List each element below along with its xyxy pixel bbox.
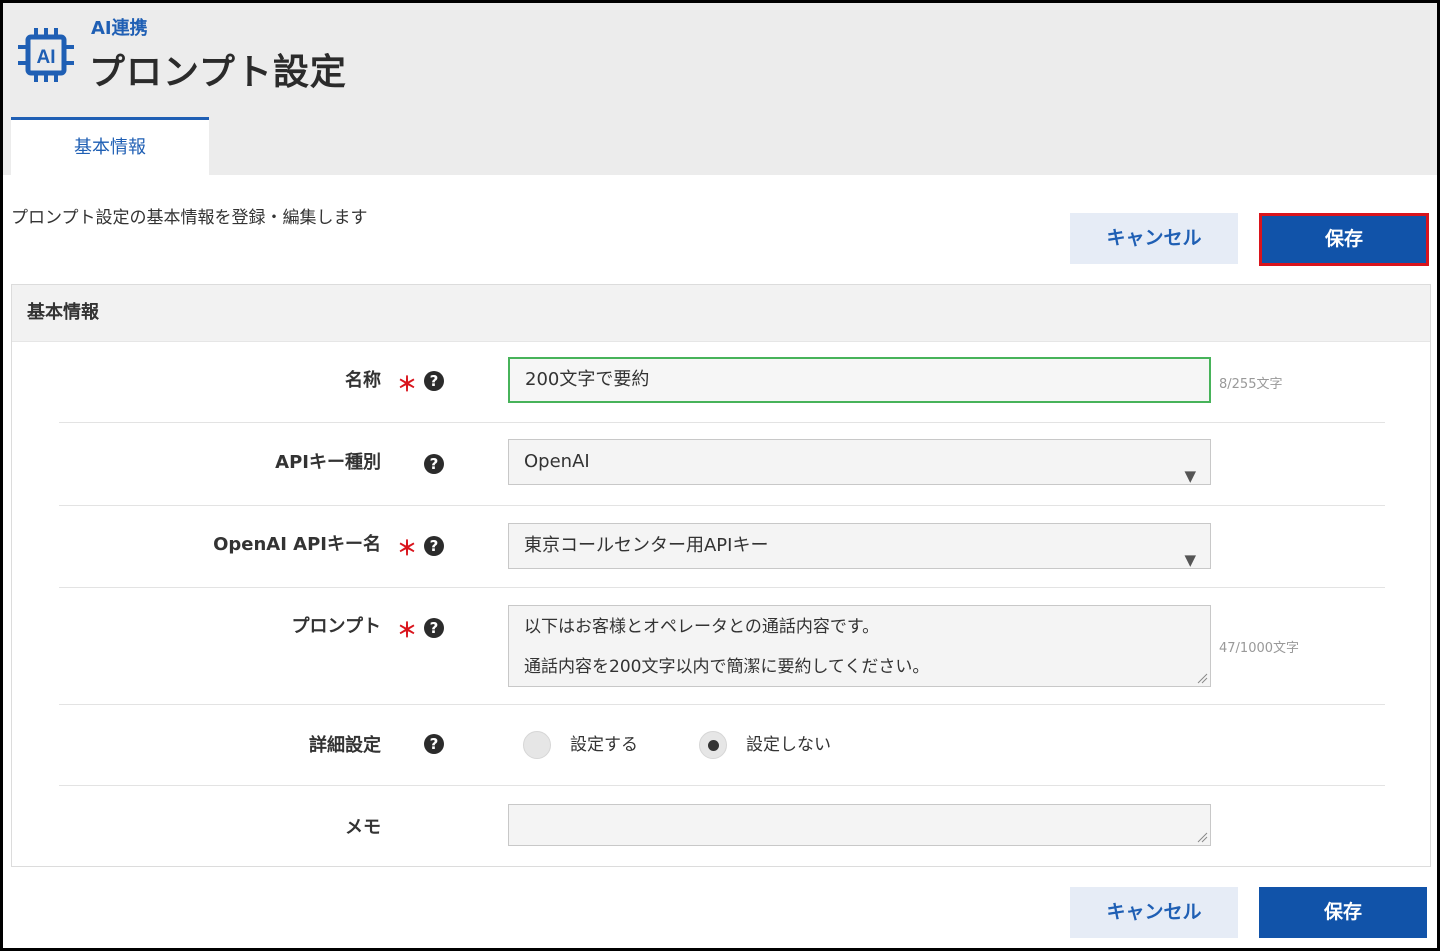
memo-textarea[interactable] [508, 804, 1211, 846]
radio-advanced-on[interactable] [523, 731, 551, 759]
form-row-advanced: 詳細設定 ? 設定する 設定しない [59, 705, 1385, 786]
ai-chip-icon: AI [18, 28, 74, 82]
form-row-api-key-type: APIキー種別 ? OpenAI ▼ [59, 423, 1385, 506]
name-input[interactable]: 200文字で要約 [508, 357, 1211, 403]
required-mark: ＊ [397, 536, 417, 560]
prompt-textarea[interactable]: 以下はお客様とオペレータとの通話内容です。 通話内容を200文字以内で簡潔に要約… [508, 605, 1211, 687]
api-key-type-label: APIキー種別 [275, 452, 381, 473]
help-icon[interactable]: ? [424, 536, 444, 556]
page-header: AI AI連携 プロンプト設定 基本情報 [3, 3, 1437, 176]
help-icon[interactable]: ? [424, 371, 444, 391]
radio-label-off[interactable]: 設定しない [746, 730, 831, 755]
prompt-label: プロンプト [291, 616, 381, 637]
required-mark: ＊ [397, 618, 417, 642]
name-label: 名称 [345, 370, 381, 391]
save-button-bottom[interactable]: 保存 [1259, 887, 1427, 938]
openai-key-name-select[interactable]: 東京コールセンター用APIキー ▼ [508, 523, 1211, 569]
prompt-char-counter: 47/1000文字 [1219, 641, 1300, 656]
form-row-openai-key-name: OpenAI APIキー名 ＊ ? 東京コールセンター用APIキー ▼ [59, 506, 1385, 588]
advanced-label: 詳細設定 [309, 735, 381, 756]
form-row-name: 名称 ＊ ? 200文字で要約 8/255文字 [59, 342, 1385, 423]
name-char-counter: 8/255文字 [1219, 377, 1283, 392]
help-icon[interactable]: ? [424, 734, 444, 754]
api-key-type-select[interactable]: OpenAI ▼ [508, 439, 1211, 485]
page-description: プロンプト設定の基本情報を登録・編集します [11, 208, 368, 228]
dropdown-arrow-icon: ▼ [1184, 467, 1196, 485]
form-row-prompt: プロンプト ＊ ? 以下はお客様とオペレータとの通話内容です。 通話内容を200… [59, 588, 1385, 705]
memo-label: メモ [345, 817, 381, 838]
dropdown-arrow-icon: ▼ [1184, 551, 1196, 569]
radio-label-on[interactable]: 設定する [570, 730, 638, 755]
resize-handle-icon[interactable] [1196, 831, 1208, 843]
cancel-button-bottom[interactable]: キャンセル [1070, 887, 1238, 938]
form-row-memo: メモ [59, 786, 1385, 866]
basic-info-panel: 基本情報 名称 ＊ ? 200文字で要約 8/255文字 APIキー種別 ? O… [11, 284, 1431, 867]
openai-key-name-label: OpenAI APIキー名 [213, 534, 381, 555]
panel-title: 基本情報 [12, 285, 1430, 342]
breadcrumb[interactable]: AI連携 [91, 14, 148, 40]
page-title: プロンプト設定 [89, 52, 347, 93]
save-button-top[interactable]: 保存 [1259, 213, 1429, 266]
radio-advanced-off[interactable] [699, 731, 727, 759]
prompt-line: 以下はお客様とオペレータとの通話内容です。 [524, 617, 880, 637]
required-mark: ＊ [397, 372, 417, 396]
resize-handle-icon[interactable] [1196, 672, 1208, 684]
tab-basic-info[interactable]: 基本情報 [11, 117, 209, 176]
app-frame: AI AI連携 プロンプト設定 基本情報 プロンプト設定の基本情報を登録・編集し… [0, 0, 1440, 951]
cancel-button-top[interactable]: キャンセル [1070, 213, 1238, 264]
prompt-line: 通話内容を200文字以内で簡潔に要約してください。 [524, 657, 930, 677]
help-icon[interactable]: ? [424, 454, 444, 474]
openai-key-name-value: 東京コールセンター用APIキー [524, 535, 769, 556]
svg-text:AI: AI [37, 47, 56, 68]
help-icon[interactable]: ? [424, 618, 444, 638]
api-key-type-value: OpenAI [524, 451, 590, 472]
